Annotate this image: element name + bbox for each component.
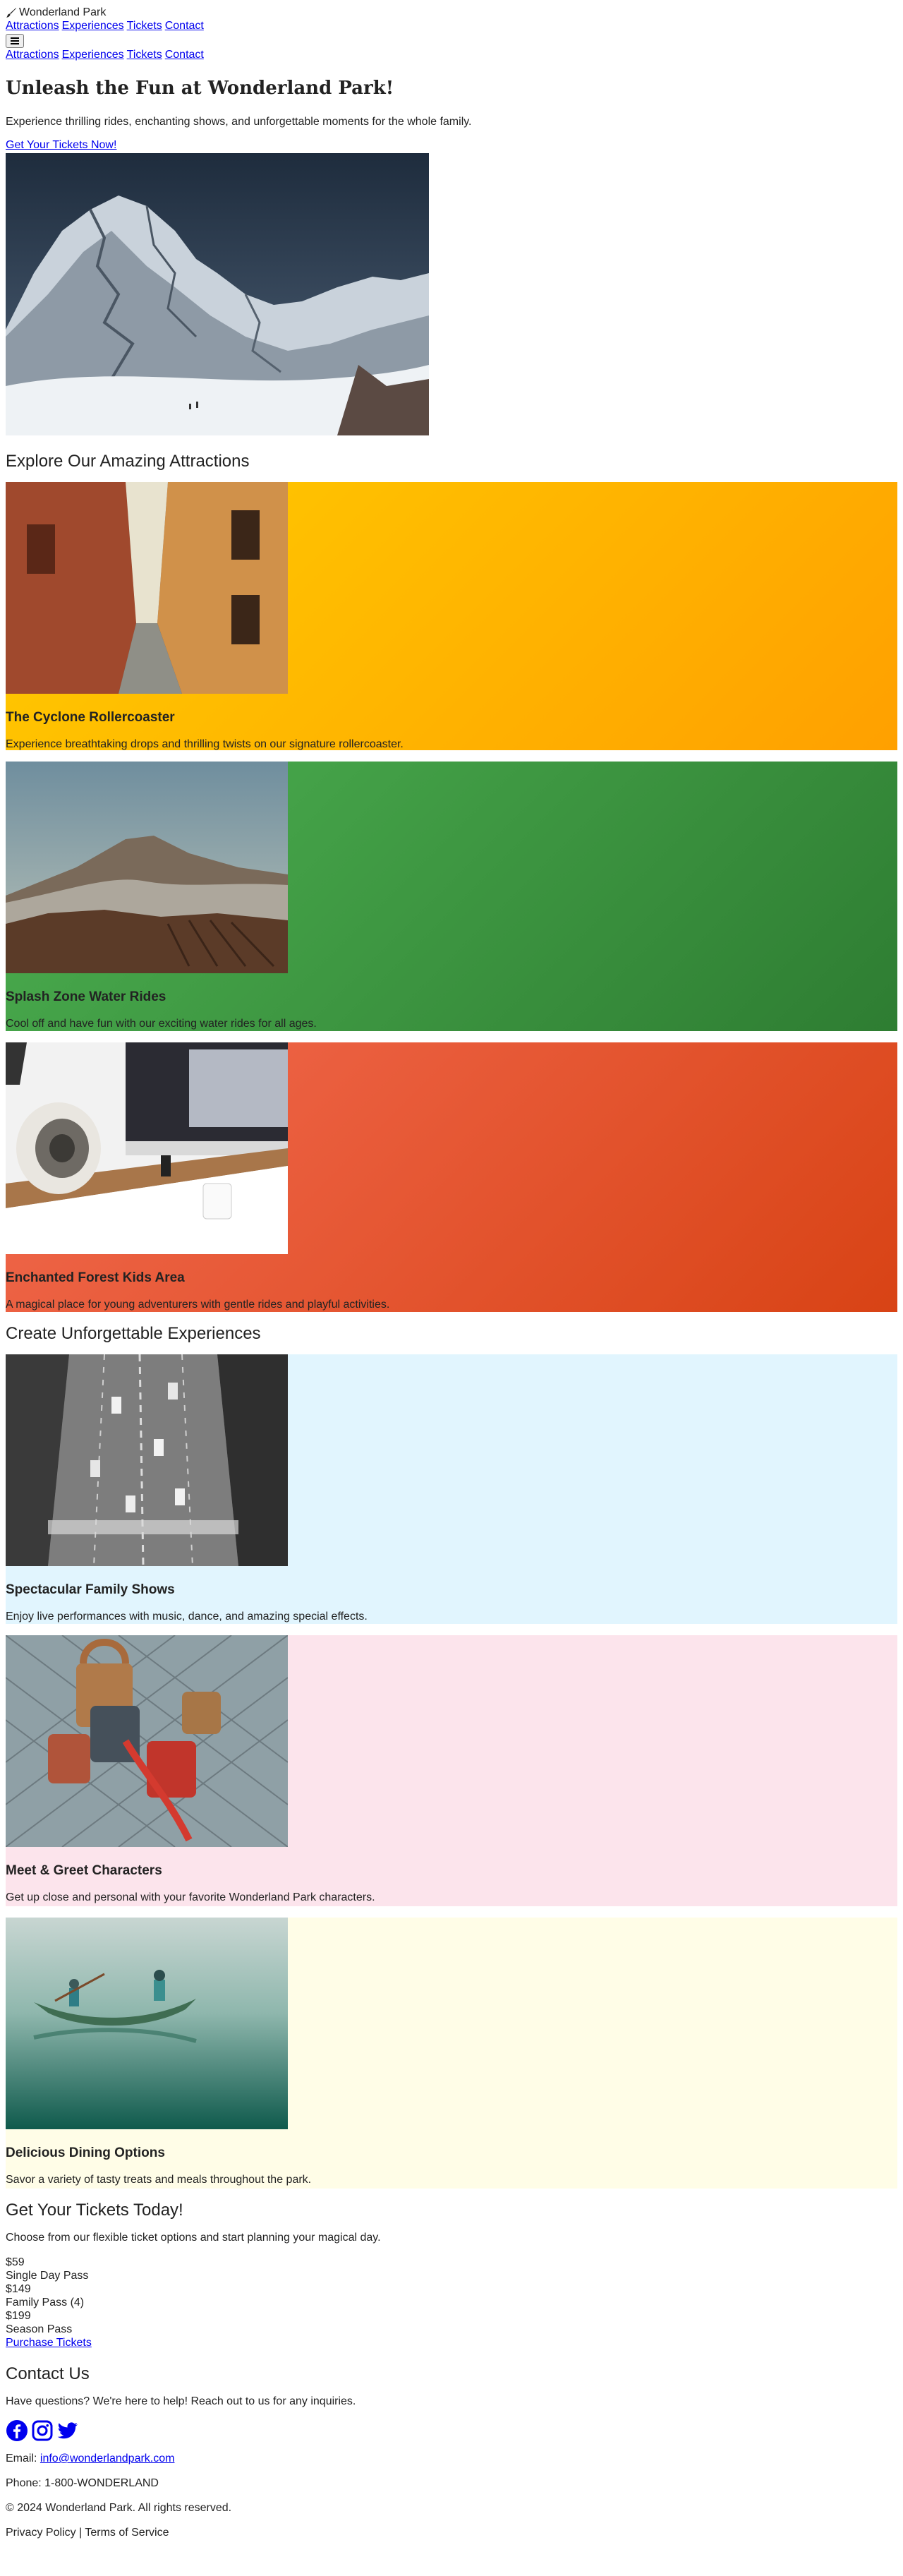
experience-card: Delicious Dining Options Savor a variety…	[6, 1918, 897, 2189]
attraction-card: Splash Zone Water Rides Cool off and hav…	[6, 762, 897, 1031]
instagram-icon[interactable]	[31, 2419, 54, 2442]
mobile-nav-link-tickets[interactable]: Tickets	[127, 49, 162, 61]
email-label: Email:	[6, 2452, 37, 2464]
attractions-title: Explore Our Amazing Attractions	[6, 452, 250, 471]
experience-title: Delicious Dining Options	[6, 2145, 165, 2160]
footer-links: Privacy Policy | Terms of Service	[6, 2526, 897, 2539]
experience-image-city-road	[6, 1354, 288, 1566]
site-header: Wonderland Park Attractions Experiences Ti…	[6, 0, 897, 61]
attractions-section: Explore Our Amazing Attractions The Cycl…	[6, 451, 897, 1312]
mobile-nav-link-contact[interactable]: Contact	[165, 49, 204, 61]
ticket-option: $149 Family Pass (4)	[6, 2282, 897, 2309]
main-nav: Attractions Experiences Tickets Contact	[6, 19, 897, 32]
experience-title: Meet & Greet Characters	[6, 1863, 162, 1878]
brand-name: Wonderland Park	[19, 6, 107, 18]
menu-toggle-button[interactable]	[6, 34, 24, 48]
experience-desc: Enjoy live performances with music, danc…	[6, 1611, 368, 1623]
logo: Wonderland Park	[6, 6, 897, 19]
privacy-policy-link[interactable]: Privacy Policy	[6, 2527, 76, 2539]
contact-subtitle: Have questions? We're here to help! Reac…	[6, 2395, 356, 2407]
ticket-price: $199	[6, 2310, 31, 2322]
attraction-desc: Cool off and have fun with our exciting …	[6, 1018, 317, 1030]
tickets-subtitle: Choose from our flexible ticket options …	[6, 2232, 381, 2244]
attraction-desc: A magical place for young adventurers wi…	[6, 1299, 390, 1311]
experience-title: Spectacular Family Shows	[6, 1582, 175, 1597]
site-footer: © 2024 Wonderland Park. All rights reser…	[6, 2501, 897, 2539]
email-link[interactable]: info@wonderlandpark.com	[40, 2452, 175, 2464]
terms-of-service-link[interactable]: Terms of Service	[85, 2527, 169, 2539]
mobile-nav-link-attractions[interactable]: Attractions	[6, 49, 59, 61]
experience-card: Meet & Greet Characters Get up close and…	[6, 1635, 897, 1906]
attraction-title: The Cyclone Rollercoaster	[6, 710, 175, 725]
contact-phone: Phone: 1-800-WONDERLAND	[6, 2477, 159, 2489]
experience-image-padlocks	[6, 1635, 288, 1847]
attraction-image-alley	[6, 482, 288, 694]
mobile-nav: Attractions Experiences Tickets Contact	[6, 48, 897, 61]
ticket-name: Family Pass (4)	[6, 2297, 85, 2309]
nav-link-contact[interactable]: Contact	[165, 20, 204, 32]
hero-cta-link[interactable]: Get Your Tickets Now!	[6, 139, 116, 151]
ticket-name: Single Day Pass	[6, 2270, 89, 2282]
experiences-section: Create Unforgettable Experiences Spectac…	[6, 1323, 897, 2189]
nav-link-tickets[interactable]: Tickets	[127, 20, 162, 32]
attraction-card: Enchanted Forest Kids Area A magical pla…	[6, 1042, 897, 1312]
attraction-image-volcano	[6, 762, 288, 973]
attraction-title: Splash Zone Water Rides	[6, 989, 166, 1004]
tickets-section: Get Your Tickets Today! Choose from our …	[6, 2200, 897, 2349]
ticket-option: $59 Single Day Pass	[6, 2256, 897, 2282]
ticket-name: Season Pass	[6, 2323, 73, 2335]
contact-title: Contact Us	[6, 2364, 90, 2383]
social-links	[6, 2419, 897, 2442]
nav-link-experiences[interactable]: Experiences	[62, 20, 124, 32]
tickets-title: Get Your Tickets Today!	[6, 2201, 183, 2220]
ticket-option: $199 Season Pass	[6, 2309, 897, 2336]
experiences-title: Create Unforgettable Experiences	[6, 1324, 261, 1343]
copyright-text: © 2024 Wonderland Park. All rights reser…	[6, 2502, 232, 2514]
footer-separator: |	[79, 2527, 83, 2539]
contact-email-row: Email: info@wonderlandpark.com	[6, 2452, 897, 2465]
contact-section: Contact Us Have questions? We're here to…	[6, 2364, 897, 2490]
attraction-desc: Experience breathtaking drops and thrill…	[6, 738, 404, 750]
ticket-price: $149	[6, 2283, 31, 2295]
facebook-icon[interactable]	[6, 2419, 28, 2442]
hero-title: Unleash the Fun at Wonderland Park!	[6, 78, 394, 99]
experience-desc: Savor a variety of tasty treats and meal…	[6, 2174, 312, 2186]
twitter-icon[interactable]	[56, 2419, 79, 2442]
brush-icon	[6, 7, 17, 18]
experience-desc: Get up close and personal with your favo…	[6, 1891, 375, 1903]
hamburger-icon	[11, 36, 19, 47]
nav-link-attractions[interactable]: Attractions	[6, 20, 59, 32]
hero-section: Unleash the Fun at Wonderland Park! Expe…	[6, 77, 897, 435]
attraction-image-desk-speaker	[6, 1042, 288, 1254]
hero-subtitle: Experience thrilling rides, enchanting s…	[6, 116, 472, 128]
experience-image-canoe	[6, 1918, 288, 2129]
attraction-title: Enchanted Forest Kids Area	[6, 1270, 185, 1285]
attraction-card: The Cyclone Rollercoaster Experience bre…	[6, 482, 897, 750]
purchase-tickets-link[interactable]: Purchase Tickets	[6, 2337, 92, 2349]
hero-image-snowy-mountains	[6, 153, 429, 435]
mobile-nav-link-experiences[interactable]: Experiences	[62, 49, 124, 61]
ticket-price: $59	[6, 2256, 25, 2268]
experience-card: Spectacular Family Shows Enjoy live perf…	[6, 1354, 897, 1624]
